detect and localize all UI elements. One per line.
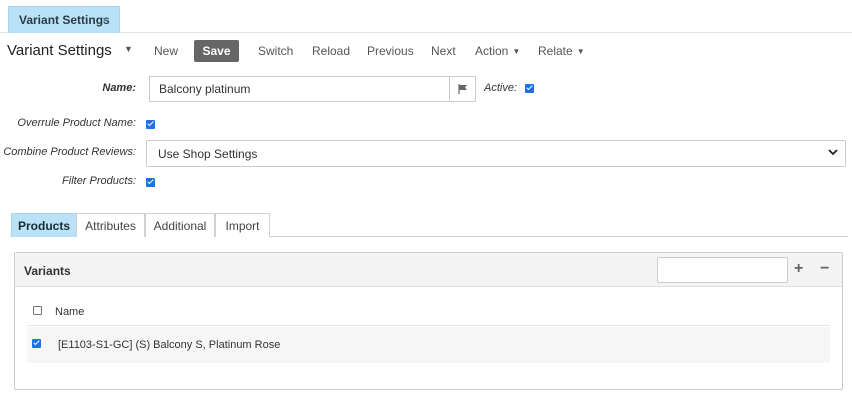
tab-import[interactable]: Import [215, 213, 270, 237]
combine-product-reviews-value: Use Shop Settings [158, 146, 258, 161]
filter-products-label: Filter Products: [62, 175, 136, 187]
remove-variant-button[interactable]: − [820, 260, 829, 278]
caret-down-icon: ▼ [576, 47, 585, 56]
action-menu-label: Action [475, 44, 509, 58]
previous-button[interactable]: Previous [367, 44, 414, 58]
name-input[interactable]: Balcony platinum [149, 76, 450, 102]
variants-panel: Variants + − Name [E1103-S1-GC] (S) Balc… [14, 252, 843, 390]
doc-tab-variant-settings[interactable]: Variant Settings × [8, 6, 120, 33]
active-checkbox[interactable] [525, 84, 534, 93]
page-title: Variant Settings [7, 42, 112, 59]
reload-button[interactable]: Reload [312, 44, 350, 58]
variants-table-header: Name [27, 301, 830, 326]
sub-tab-bar: Products Attributes Additional Import [10, 213, 848, 237]
new-button[interactable]: New [154, 44, 178, 58]
caret-down-icon: ▼ [512, 47, 521, 56]
active-label: Active: [484, 82, 518, 94]
chevron-down-icon [828, 149, 838, 156]
row-name: [E1103-S1-GC] (S) Balcony S, Platinum Ro… [58, 339, 281, 351]
combine-product-reviews-select[interactable]: Use Shop Settings [146, 140, 846, 167]
translate-flag-button[interactable] [449, 76, 476, 102]
table-row[interactable]: [E1103-S1-GC] (S) Balcony S, Platinum Ro… [27, 327, 830, 363]
switch-button[interactable]: Switch [258, 44, 293, 58]
doc-tab-label: Variant Settings [19, 13, 110, 27]
relate-menu-label: Relate [538, 44, 573, 58]
add-variant-button[interactable]: + [794, 260, 803, 278]
overrule-product-name-label: Overrule Product Name: [17, 117, 136, 129]
title-dropdown-icon[interactable]: ▼ [124, 44, 133, 54]
close-icon[interactable]: × [102, 13, 109, 27]
toolbar: Variant Settings ▼ New Save Switch Reloa… [0, 40, 852, 62]
variants-search-input[interactable] [657, 257, 788, 283]
relate-menu-button[interactable]: Relate ▼ [538, 44, 585, 58]
action-menu-button[interactable]: Action ▼ [475, 44, 520, 58]
name-input-value: Balcony platinum [159, 82, 251, 96]
document-tab-bar: Variant Settings × [0, 0, 852, 33]
tab-additional[interactable]: Additional [145, 213, 215, 237]
row-checkbox[interactable] [32, 339, 41, 348]
name-label: Name: [102, 82, 136, 94]
overrule-product-name-checkbox[interactable] [146, 120, 155, 129]
combine-product-reviews-label: Combine Product Reviews: [3, 146, 136, 158]
column-header-name: Name [55, 306, 85, 318]
variants-panel-header: Variants + − [15, 253, 842, 287]
flag-icon [457, 84, 467, 94]
variants-panel-title: Variants [24, 264, 71, 278]
select-all-checkbox[interactable] [33, 306, 42, 315]
filter-products-checkbox[interactable] [146, 178, 155, 187]
save-button[interactable]: Save [194, 40, 239, 62]
tab-products[interactable]: Products [11, 213, 77, 237]
next-button[interactable]: Next [431, 44, 456, 58]
tab-attributes[interactable]: Attributes [76, 213, 145, 237]
